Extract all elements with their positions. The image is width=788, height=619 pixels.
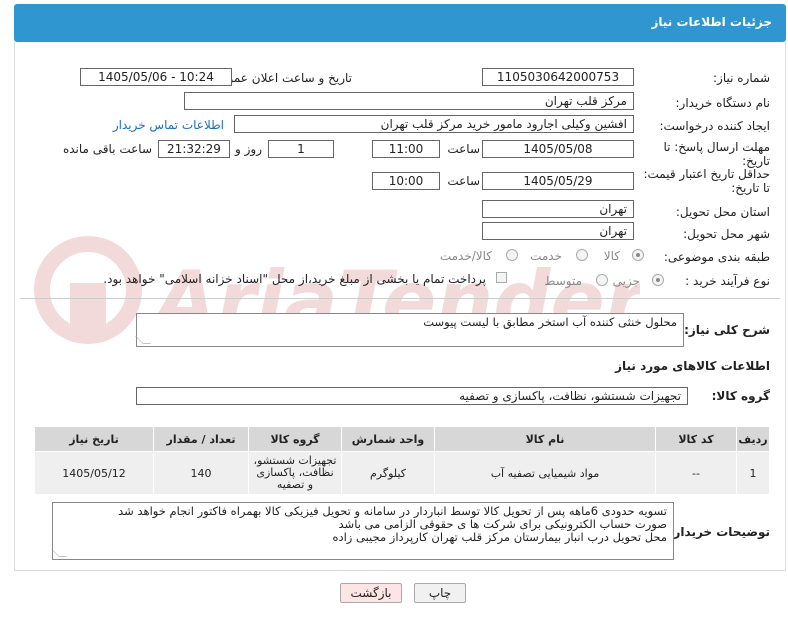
- price-validity-date: 1405/05/29: [482, 172, 634, 190]
- description-label: شرح کلی نیاز:: [684, 323, 770, 337]
- deadline-date: 1405/05/08: [482, 140, 634, 158]
- col-unit: واحد شمارش: [341, 426, 435, 452]
- process-option-minor: جزیی: [612, 274, 640, 288]
- col-quantity: تعداد / مقدار: [153, 426, 249, 452]
- category-option-service: خدمت: [530, 249, 562, 263]
- back-button[interactable]: بازگشت: [340, 583, 402, 603]
- buyer-note-line: محل تحویل درب انبار بیمارستان مرکز قلب ت…: [332, 530, 667, 544]
- category-radio-goods-service[interactable]: [506, 249, 518, 261]
- items-table: ردیف کد کالا نام کالا واحد شمارش گروه کا…: [34, 426, 770, 495]
- resize-grip-icon[interactable]: [51, 549, 67, 557]
- cell-name: مواد شیمیایی تصفیه آب: [434, 451, 656, 495]
- province-value: تهران: [482, 200, 634, 218]
- buyer-notes-field: تسویه حدودی 6ماهه پس از تحویل کالا توسط …: [51, 502, 674, 560]
- category-radio-goods[interactable]: [632, 249, 644, 261]
- goods-group-label: گروه کالا:: [711, 389, 770, 403]
- col-code: کد کالا: [655, 426, 737, 452]
- deadline-time: 11:00: [372, 140, 440, 158]
- price-validity-time: 10:00: [372, 172, 440, 190]
- buyer-contact-link[interactable]: اطلاعات تماس خریدار: [113, 118, 224, 132]
- col-date: تاریخ نیاز: [34, 426, 154, 452]
- price-validity-label: حداقل تاریخ اعتبار قیمت: تا تاریخ:: [643, 167, 770, 195]
- days-label: روز و: [235, 142, 262, 156]
- cell-date: 1405/05/12: [34, 451, 154, 495]
- description-field: محلول خنثی کننده آب استخر مطابق با لیست …: [135, 313, 684, 347]
- cell-quantity: 140: [153, 451, 249, 495]
- cell-row: 1: [736, 451, 770, 495]
- deadline-label: مهلت ارسال پاسخ: تا تاریخ:: [663, 140, 770, 168]
- process-radio-minor[interactable]: [652, 274, 664, 286]
- deadline-hour-label: ساعت: [447, 142, 480, 156]
- table-header-row: ردیف کد کالا نام کالا واحد شمارش گروه کا…: [34, 426, 770, 452]
- goods-group-value: تجهیزات شستشو، نظافت، پاکسازی و تصفیه: [136, 387, 688, 405]
- price-validity-hour-label: ساعت: [447, 174, 480, 188]
- remaining-time: 21:32:29: [158, 140, 230, 158]
- col-name: نام کالا: [434, 426, 656, 452]
- resize-grip-icon[interactable]: [135, 336, 151, 344]
- creator-value: افشین وکیلی اجارود مامور خرید مرکز قلب ت…: [234, 115, 634, 133]
- remaining-label: ساعت باقی مانده: [62, 142, 152, 156]
- buyer-notes-label: توضیحات خریدار:: [668, 525, 770, 539]
- col-row: ردیف: [736, 426, 770, 452]
- table-row[interactable]: 1 -- مواد شیمیایی تصفیه آب کیلوگرم تجهیز…: [34, 451, 770, 495]
- announce-value: 1405/05/06 - 10:24: [80, 68, 232, 86]
- category-option-goods: کالا: [603, 249, 620, 263]
- city-value: تهران: [482, 222, 634, 240]
- days-remaining: 1: [268, 140, 334, 158]
- treasury-payment-checkbox[interactable]: [496, 272, 507, 283]
- col-group: گروه کالا: [248, 426, 342, 452]
- page-header: جزئیات اطلاعات نیاز: [14, 4, 786, 42]
- process-radio-medium[interactable]: [596, 274, 608, 286]
- creator-label: ایجاد کننده درخواست:: [659, 119, 770, 133]
- buyer-org-value: مرکز قلب تهران: [184, 92, 634, 110]
- need-number-label: شماره نیاز:: [713, 71, 770, 85]
- province-label: استان محل تحویل:: [675, 205, 770, 219]
- buyer-org-label: نام دستگاه خریدار:: [675, 96, 771, 110]
- print-button[interactable]: چاپ: [414, 583, 466, 603]
- cell-group: تجهیزات شستشو، نظافت، پاکسازی و تصفیه: [248, 451, 342, 495]
- category-option-goods-service: کالا/خدمت: [439, 249, 492, 263]
- treasury-payment-note: پرداخت تمام یا بخشی از مبلغ خرید،از محل …: [103, 272, 486, 286]
- category-label: طبقه بندی موضوعی:: [663, 250, 770, 264]
- need-number-value: 1105030642000753: [482, 68, 634, 86]
- cell-code: --: [655, 451, 737, 495]
- page-title: جزئیات اطلاعات نیاز: [651, 15, 772, 29]
- city-label: شهر محل تحویل:: [683, 227, 770, 241]
- section-divider: [20, 298, 780, 299]
- description-text: محلول خنثی کننده آب استخر مطابق با لیست …: [423, 315, 677, 329]
- goods-section-title: اطلاعات کالاهای مورد نیاز: [615, 359, 770, 373]
- category-radio-service[interactable]: [576, 249, 588, 261]
- cell-unit: کیلوگرم: [341, 451, 435, 495]
- process-option-medium: متوسط: [544, 274, 582, 288]
- process-label: نوع فرآیند خرید :: [685, 274, 770, 288]
